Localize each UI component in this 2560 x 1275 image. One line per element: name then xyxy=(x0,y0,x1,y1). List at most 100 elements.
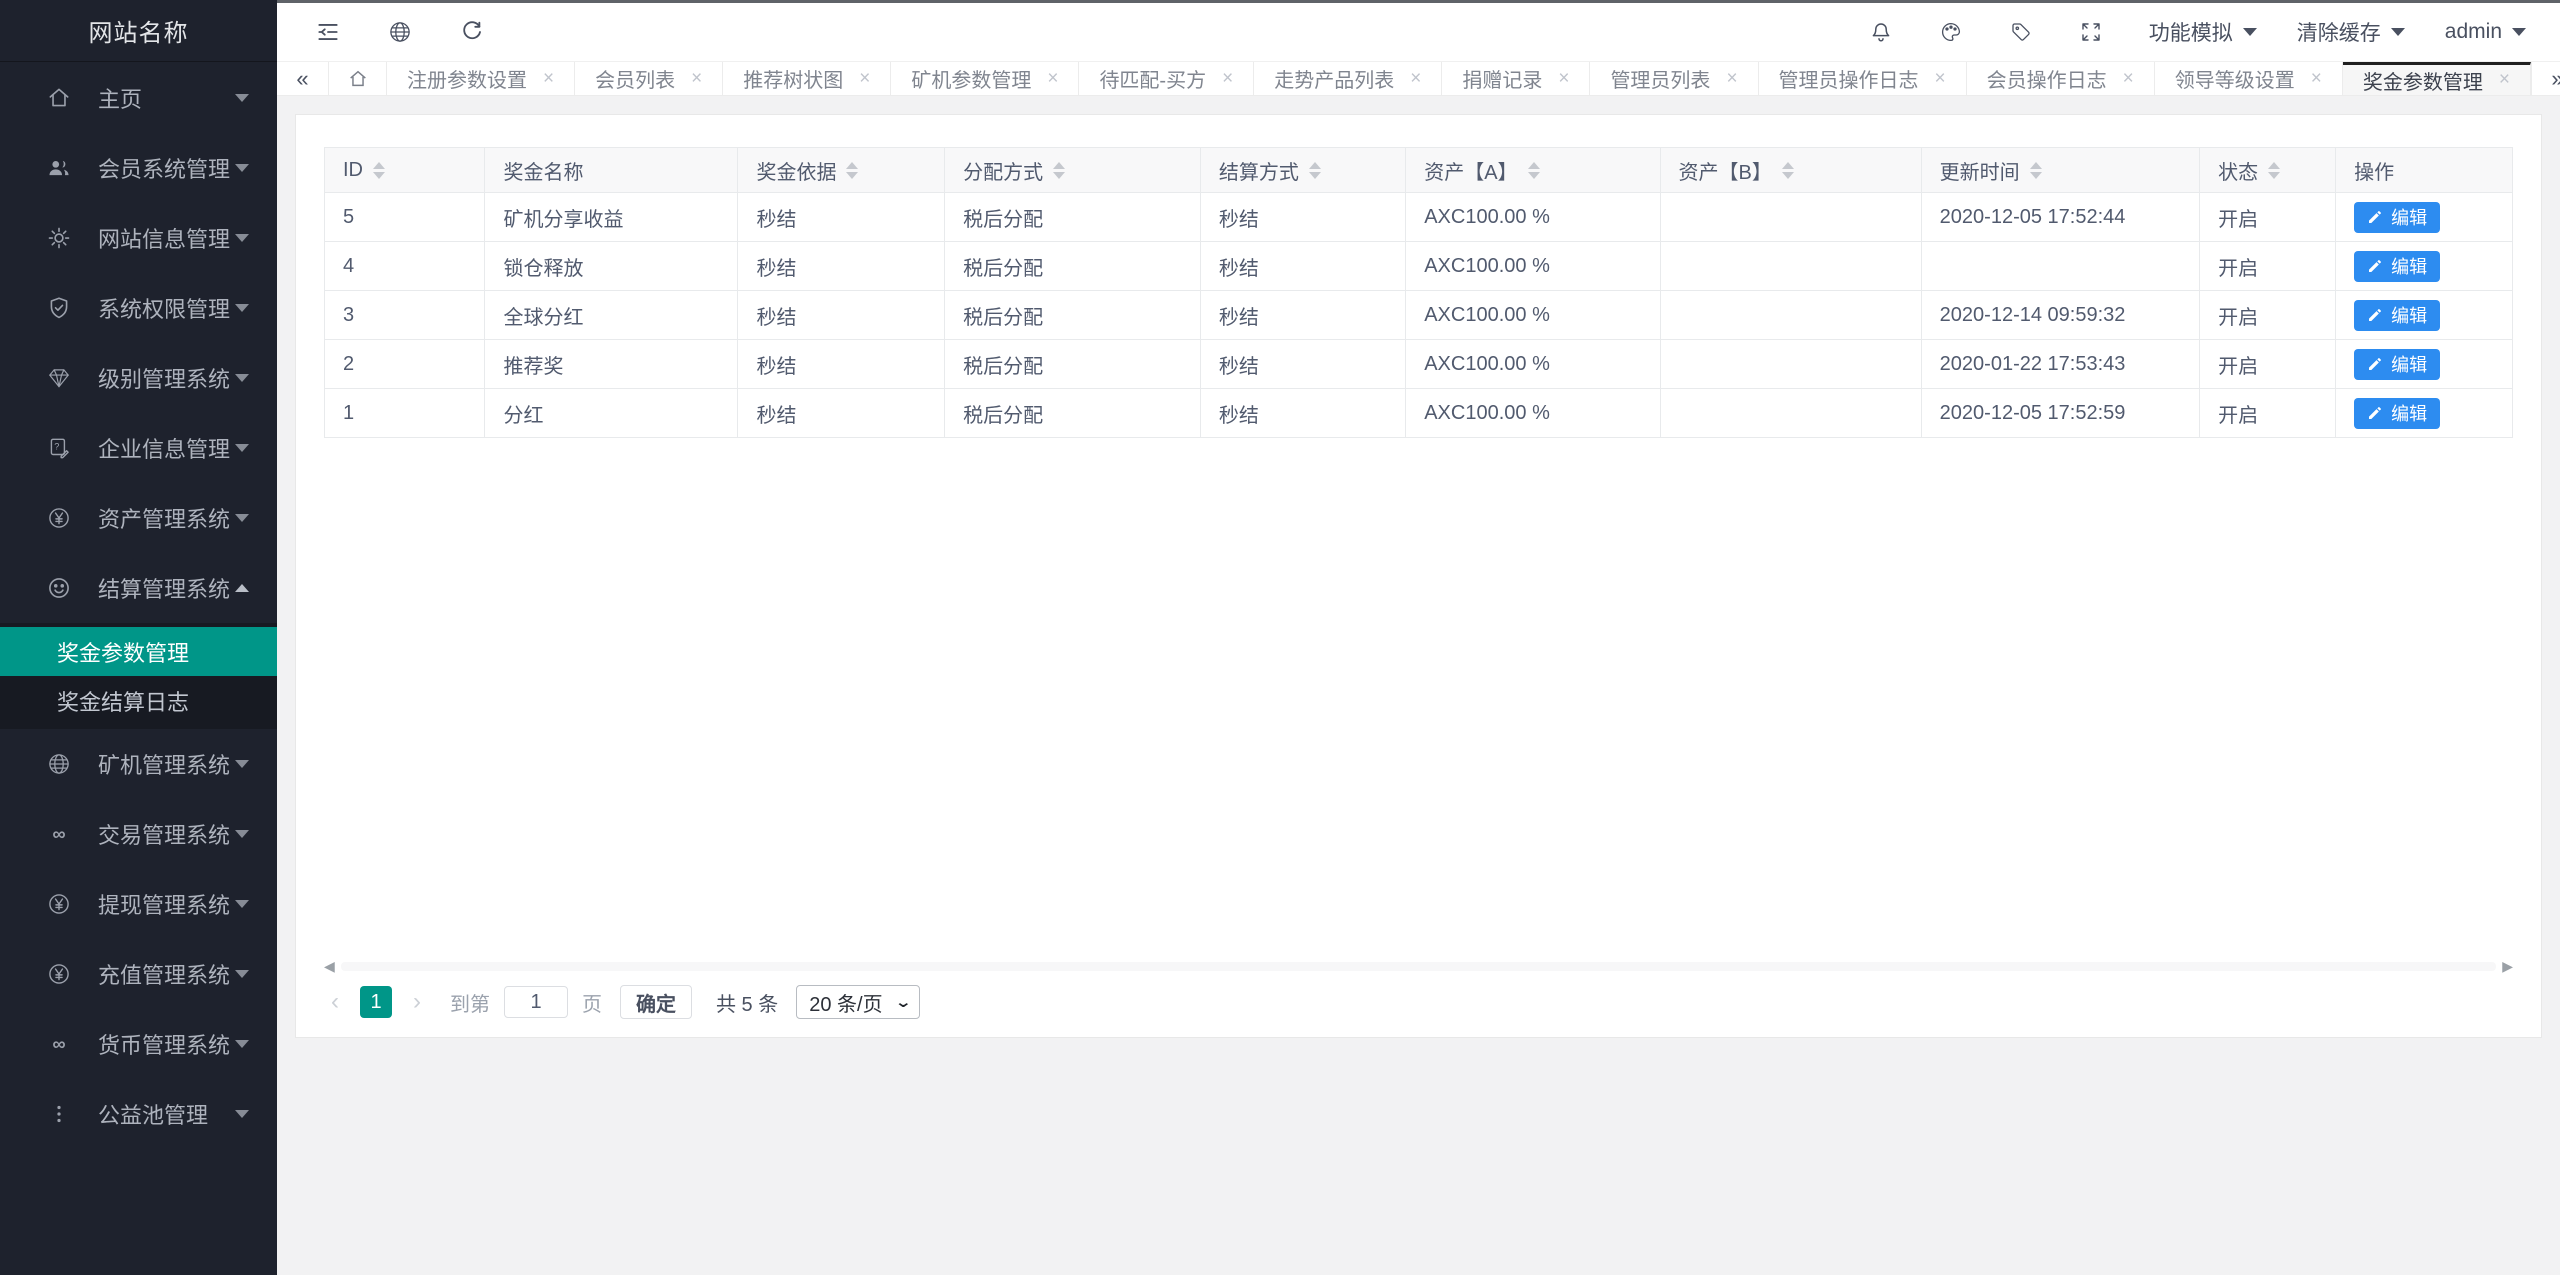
home-icon xyxy=(347,68,369,90)
close-icon[interactable]: × xyxy=(1558,68,1569,90)
close-icon[interactable]: × xyxy=(543,68,554,90)
home-tab[interactable] xyxy=(329,62,387,95)
tab-4[interactable]: 待匹配-买方× xyxy=(1079,62,1254,95)
table-cell: 4 xyxy=(325,242,485,291)
tab-7[interactable]: 管理员列表× xyxy=(1590,62,1758,95)
collapse-menu-icon[interactable] xyxy=(315,19,341,45)
scrollbar-track[interactable] xyxy=(341,962,2496,971)
tab-6[interactable]: 捐赠记录× xyxy=(1442,62,1590,95)
sort-icon[interactable] xyxy=(1528,162,1540,179)
sidebar-item-9[interactable]: ∞交易管理系统 xyxy=(0,799,277,869)
tab-label: 会员列表 xyxy=(595,64,675,93)
sidebar-item-1[interactable]: 会员系统管理 xyxy=(0,133,277,203)
column-header[interactable]: 更新时间 xyxy=(1921,148,2199,193)
tab-10[interactable]: 领导等级设置× xyxy=(2155,62,2343,95)
pencil-icon xyxy=(2367,209,2383,225)
refresh-icon[interactable] xyxy=(459,19,485,45)
sidebar-item-3[interactable]: 系统权限管理 xyxy=(0,273,277,343)
tag-icon[interactable] xyxy=(2009,20,2033,44)
sidebar-item-label: 充值管理系统 xyxy=(98,958,235,990)
sidebar-item-10[interactable]: 提现管理系统 xyxy=(0,869,277,939)
page-size-select[interactable]: 20 条/页 ⌄ xyxy=(796,985,920,1019)
column-header[interactable]: ID xyxy=(325,148,485,193)
close-icon[interactable]: × xyxy=(691,68,702,90)
globe-icon[interactable] xyxy=(387,19,413,45)
sort-icon[interactable] xyxy=(1053,162,1065,179)
sidebar-item-13[interactable]: 公益池管理 xyxy=(0,1079,277,1149)
caret-down-icon xyxy=(235,234,249,242)
sort-icon[interactable] xyxy=(846,162,858,179)
column-header[interactable]: 状态 xyxy=(2200,148,2336,193)
scroll-left-arrow-icon[interactable]: ◀ xyxy=(324,959,335,973)
tab-1[interactable]: 会员列表 × xyxy=(575,62,723,95)
sort-icon[interactable] xyxy=(373,162,385,179)
close-icon[interactable]: × xyxy=(1410,68,1421,90)
sort-icon[interactable] xyxy=(1309,162,1321,179)
tab-5[interactable]: 走势产品列表× xyxy=(1254,62,1442,95)
tabs-scroll-left-button[interactable]: « xyxy=(277,62,329,95)
horizontal-scrollbar[interactable]: ◀ ▶ xyxy=(324,959,2513,973)
sidebar-item-4[interactable]: 级别管理系统 xyxy=(0,343,277,413)
sidebar-item-label: 网站信息管理 xyxy=(98,222,235,254)
sidebar-item-8[interactable]: 矿机管理系统 xyxy=(0,729,277,799)
tab-0[interactable]: 注册参数设置× xyxy=(387,62,575,95)
sort-icon[interactable] xyxy=(2030,162,2042,179)
tab-11-active[interactable]: 奖金参数管理× xyxy=(2343,62,2531,95)
sidebar-item-12[interactable]: ∞货币管理系统 xyxy=(0,1009,277,1079)
close-icon[interactable]: × xyxy=(2311,68,2322,90)
page-1-button[interactable]: 1 xyxy=(360,986,392,1018)
sidebar-item-7[interactable]: 结算管理系统 xyxy=(0,553,277,623)
edit-button[interactable]: 编辑 xyxy=(2354,202,2440,233)
prev-page-button[interactable]: ‹ xyxy=(324,988,346,1016)
goto-confirm-button[interactable]: 确定 xyxy=(620,985,692,1019)
expand-icon[interactable] xyxy=(2079,20,2103,44)
topbar-menu-0[interactable]: 功能模拟 xyxy=(2149,17,2257,47)
yen-circle-icon xyxy=(46,505,72,531)
tab-3[interactable]: 矿机参数管理× xyxy=(891,62,1079,95)
next-page-button[interactable]: › xyxy=(406,988,428,1016)
sidebar-item-11[interactable]: 充值管理系统 xyxy=(0,939,277,1009)
sidebar-item-2[interactable]: 网站信息管理 xyxy=(0,203,277,273)
close-icon[interactable]: × xyxy=(1047,68,1058,90)
caret-down-icon xyxy=(235,760,249,768)
palette-icon[interactable] xyxy=(1939,20,1963,44)
bell-icon[interactable] xyxy=(1869,20,1893,44)
sidebar-item-0[interactable]: 主页 xyxy=(0,63,277,133)
column-header[interactable]: 分配方式 xyxy=(945,148,1201,193)
column-header[interactable]: 资产【A】 xyxy=(1406,148,1660,193)
column-header[interactable]: 奖金依据 xyxy=(738,148,945,193)
close-icon[interactable]: × xyxy=(1935,68,1946,90)
edit-button[interactable]: 编辑 xyxy=(2354,349,2440,380)
shield-check-icon xyxy=(46,295,72,321)
edit-button[interactable]: 编辑 xyxy=(2354,251,2440,282)
tab-8[interactable]: 管理员操作日志× xyxy=(1759,62,1967,95)
table-cell: 秒结 xyxy=(1200,389,1405,438)
sidebar-item-5[interactable]: ?企业信息管理 xyxy=(0,413,277,483)
edit-button[interactable]: 编辑 xyxy=(2354,300,2440,331)
sidebar-submenu: 奖金参数管理奖金结算日志 xyxy=(0,623,277,729)
goto-page-input[interactable] xyxy=(504,986,568,1018)
close-icon[interactable]: × xyxy=(2499,69,2510,91)
close-icon[interactable]: × xyxy=(1726,68,1737,90)
sidebar-subitem[interactable]: 奖金结算日志 xyxy=(0,676,277,725)
sidebar-subitem-active[interactable]: 奖金参数管理 xyxy=(0,627,277,676)
topbar-right: 功能模拟 清除缓存 admin xyxy=(1869,17,2560,47)
tabs-scroll-right-button[interactable]: » xyxy=(2531,62,2560,95)
tab-2[interactable]: 推荐树状图× xyxy=(723,62,891,95)
yen-circle-icon xyxy=(46,961,72,987)
close-icon[interactable]: × xyxy=(859,68,870,90)
topbar-menu-2[interactable]: admin xyxy=(2445,20,2526,44)
scroll-right-arrow-icon[interactable]: ▶ xyxy=(2502,959,2513,973)
tab-9[interactable]: 会员操作日志× xyxy=(1967,62,2155,95)
close-icon[interactable]: × xyxy=(2123,68,2134,90)
column-header[interactable]: 资产【B】 xyxy=(1660,148,1921,193)
close-icon[interactable]: × xyxy=(1222,68,1233,90)
sort-icon[interactable] xyxy=(2268,162,2280,179)
topbar-menu-1[interactable]: 清除缓存 xyxy=(2297,17,2405,47)
sidebar-item-6[interactable]: 资产管理系统 xyxy=(0,483,277,553)
table-cell: 秒结 xyxy=(1200,193,1405,242)
column-header[interactable]: 结算方式 xyxy=(1200,148,1405,193)
main-area: 功能模拟清除缓存admin « 注册参数设置×会员列表×推荐树状图×矿机参数管理… xyxy=(277,0,2560,1275)
sort-icon[interactable] xyxy=(1782,162,1794,179)
edit-button[interactable]: 编辑 xyxy=(2354,398,2440,429)
